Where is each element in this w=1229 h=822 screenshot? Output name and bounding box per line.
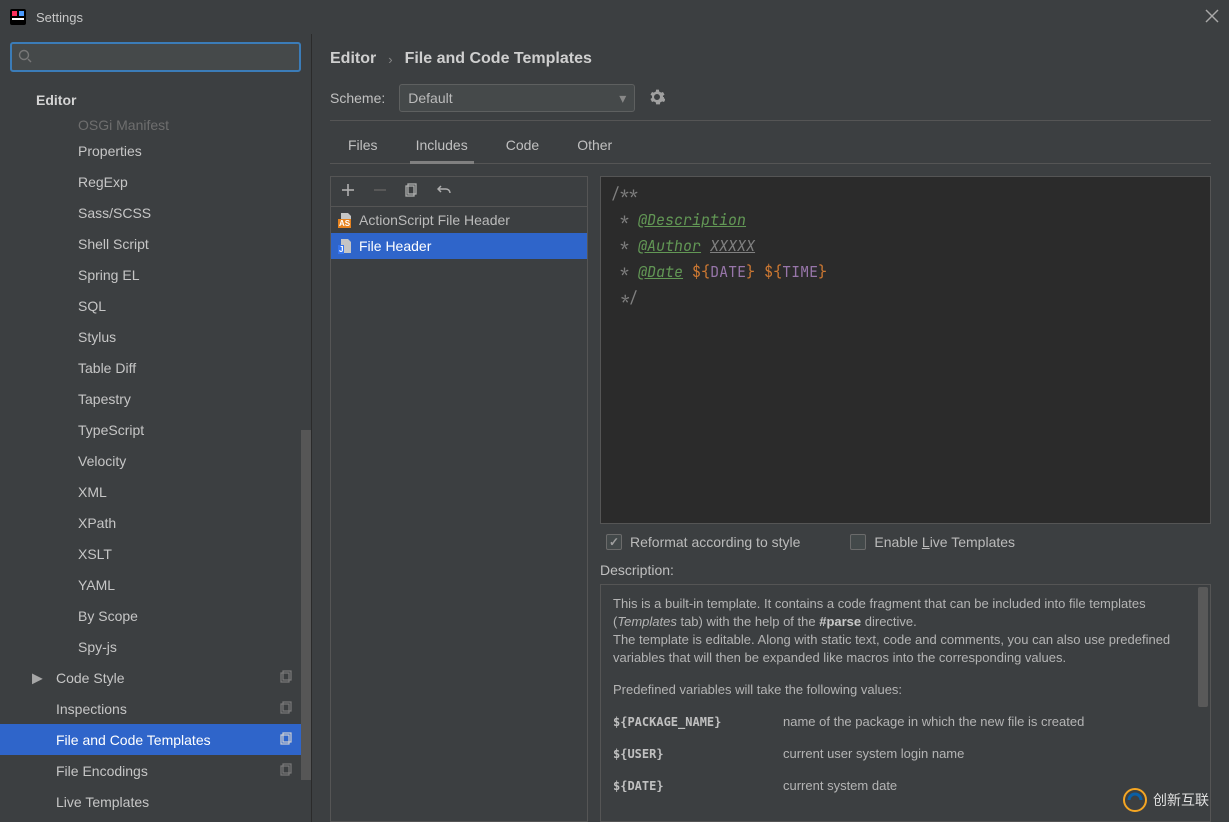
- sidebar-item[interactable]: Table Diff: [0, 352, 311, 383]
- sidebar-scrollbar[interactable]: [301, 80, 311, 822]
- app-icon: [10, 9, 26, 25]
- tab-code[interactable]: Code: [502, 127, 543, 163]
- sidebar-item[interactable]: XML: [0, 476, 311, 507]
- copy-icon[interactable]: [405, 183, 419, 200]
- breadcrumb-editor[interactable]: Editor: [330, 50, 376, 68]
- variable-row: ${PACKAGE_NAME}name of the package in wh…: [613, 713, 1198, 731]
- search-icon: [18, 49, 32, 66]
- scheme-icon: [280, 732, 293, 748]
- window-title: Settings: [36, 10, 1205, 25]
- description-panel: This is a built-in template. It contains…: [600, 584, 1211, 822]
- checkbox-icon: [850, 534, 866, 550]
- breadcrumb-current: File and Code Templates: [405, 50, 592, 68]
- file-icon: AS: [339, 213, 353, 227]
- sidebar-item[interactable]: Live Templates: [0, 786, 311, 817]
- file-icon: J: [339, 239, 353, 253]
- sidebar-item[interactable]: By Scope: [0, 600, 311, 631]
- template-list-item[interactable]: JFile Header: [331, 233, 587, 259]
- chevron-right-icon: ›: [388, 52, 392, 67]
- sidebar-item[interactable]: Inspections: [0, 693, 311, 724]
- sidebar-section-editor[interactable]: Editor: [0, 84, 311, 115]
- description-scrollbar[interactable]: [1198, 587, 1208, 707]
- sidebar-item[interactable]: XPath: [0, 507, 311, 538]
- scheme-value: Default: [408, 90, 452, 106]
- tab-other[interactable]: Other: [573, 127, 616, 163]
- reformat-checkbox[interactable]: Reformat according to style: [606, 534, 800, 550]
- sidebar-item[interactable]: Shell Script: [0, 228, 311, 259]
- variable-row: ${DATE}current system date: [613, 777, 1198, 795]
- undo-icon[interactable]: [437, 183, 451, 200]
- remove-icon: [373, 183, 387, 200]
- sidebar-item[interactable]: Velocity: [0, 445, 311, 476]
- scheme-select[interactable]: Default ▾: [399, 84, 635, 112]
- sidebar-item[interactable]: OSGi Manifest: [0, 115, 311, 135]
- scheme-icon: [280, 763, 293, 779]
- enable-live-templates-checkbox[interactable]: Enable Live Templates: [850, 534, 1015, 550]
- search-input[interactable]: [36, 49, 293, 65]
- search-input-wrap[interactable]: [10, 42, 301, 72]
- expand-icon[interactable]: ▶: [32, 669, 42, 686]
- sidebar-item[interactable]: Properties: [0, 135, 311, 166]
- sidebar-item[interactable]: Sass/SCSS: [0, 197, 311, 228]
- sidebar-item[interactable]: XSLT: [0, 538, 311, 569]
- sidebar-item[interactable]: Spring EL: [0, 259, 311, 290]
- sidebar-item[interactable]: Stylus: [0, 321, 311, 352]
- sidebar-item[interactable]: Spy-js: [0, 631, 311, 662]
- sidebar-item[interactable]: SQL: [0, 290, 311, 321]
- sidebar-item[interactable]: TypeScript: [0, 414, 311, 445]
- scheme-label: Scheme:: [330, 90, 385, 106]
- add-icon[interactable]: [341, 183, 355, 200]
- sidebar-item[interactable]: YAML: [0, 569, 311, 600]
- tab-includes[interactable]: Includes: [412, 127, 472, 163]
- template-list-item[interactable]: ASActionScript File Header: [331, 207, 587, 233]
- scheme-icon: [280, 701, 293, 717]
- sidebar-item[interactable]: RegExp: [0, 166, 311, 197]
- sidebar-item[interactable]: File Encodings: [0, 755, 311, 786]
- breadcrumb: Editor › File and Code Templates: [330, 50, 1211, 68]
- sidebar-item[interactable]: Tapestry: [0, 383, 311, 414]
- description-label: Description:: [600, 560, 1211, 584]
- gear-icon[interactable]: [649, 89, 665, 108]
- checkbox-icon: [606, 534, 622, 550]
- sidebar-item[interactable]: File and Code Templates: [0, 724, 311, 755]
- variable-row: ${USER}current user system login name: [613, 745, 1198, 763]
- sidebar-item[interactable]: ▶Code Style: [0, 662, 311, 693]
- close-icon[interactable]: [1205, 9, 1219, 26]
- chevron-down-icon: ▾: [619, 90, 626, 107]
- scheme-icon: [280, 670, 293, 686]
- template-editor[interactable]: /** * @Description * @Author XXXXX * @Da…: [600, 176, 1211, 524]
- tab-files[interactable]: Files: [344, 127, 382, 163]
- watermark: 创新互联: [1123, 788, 1209, 812]
